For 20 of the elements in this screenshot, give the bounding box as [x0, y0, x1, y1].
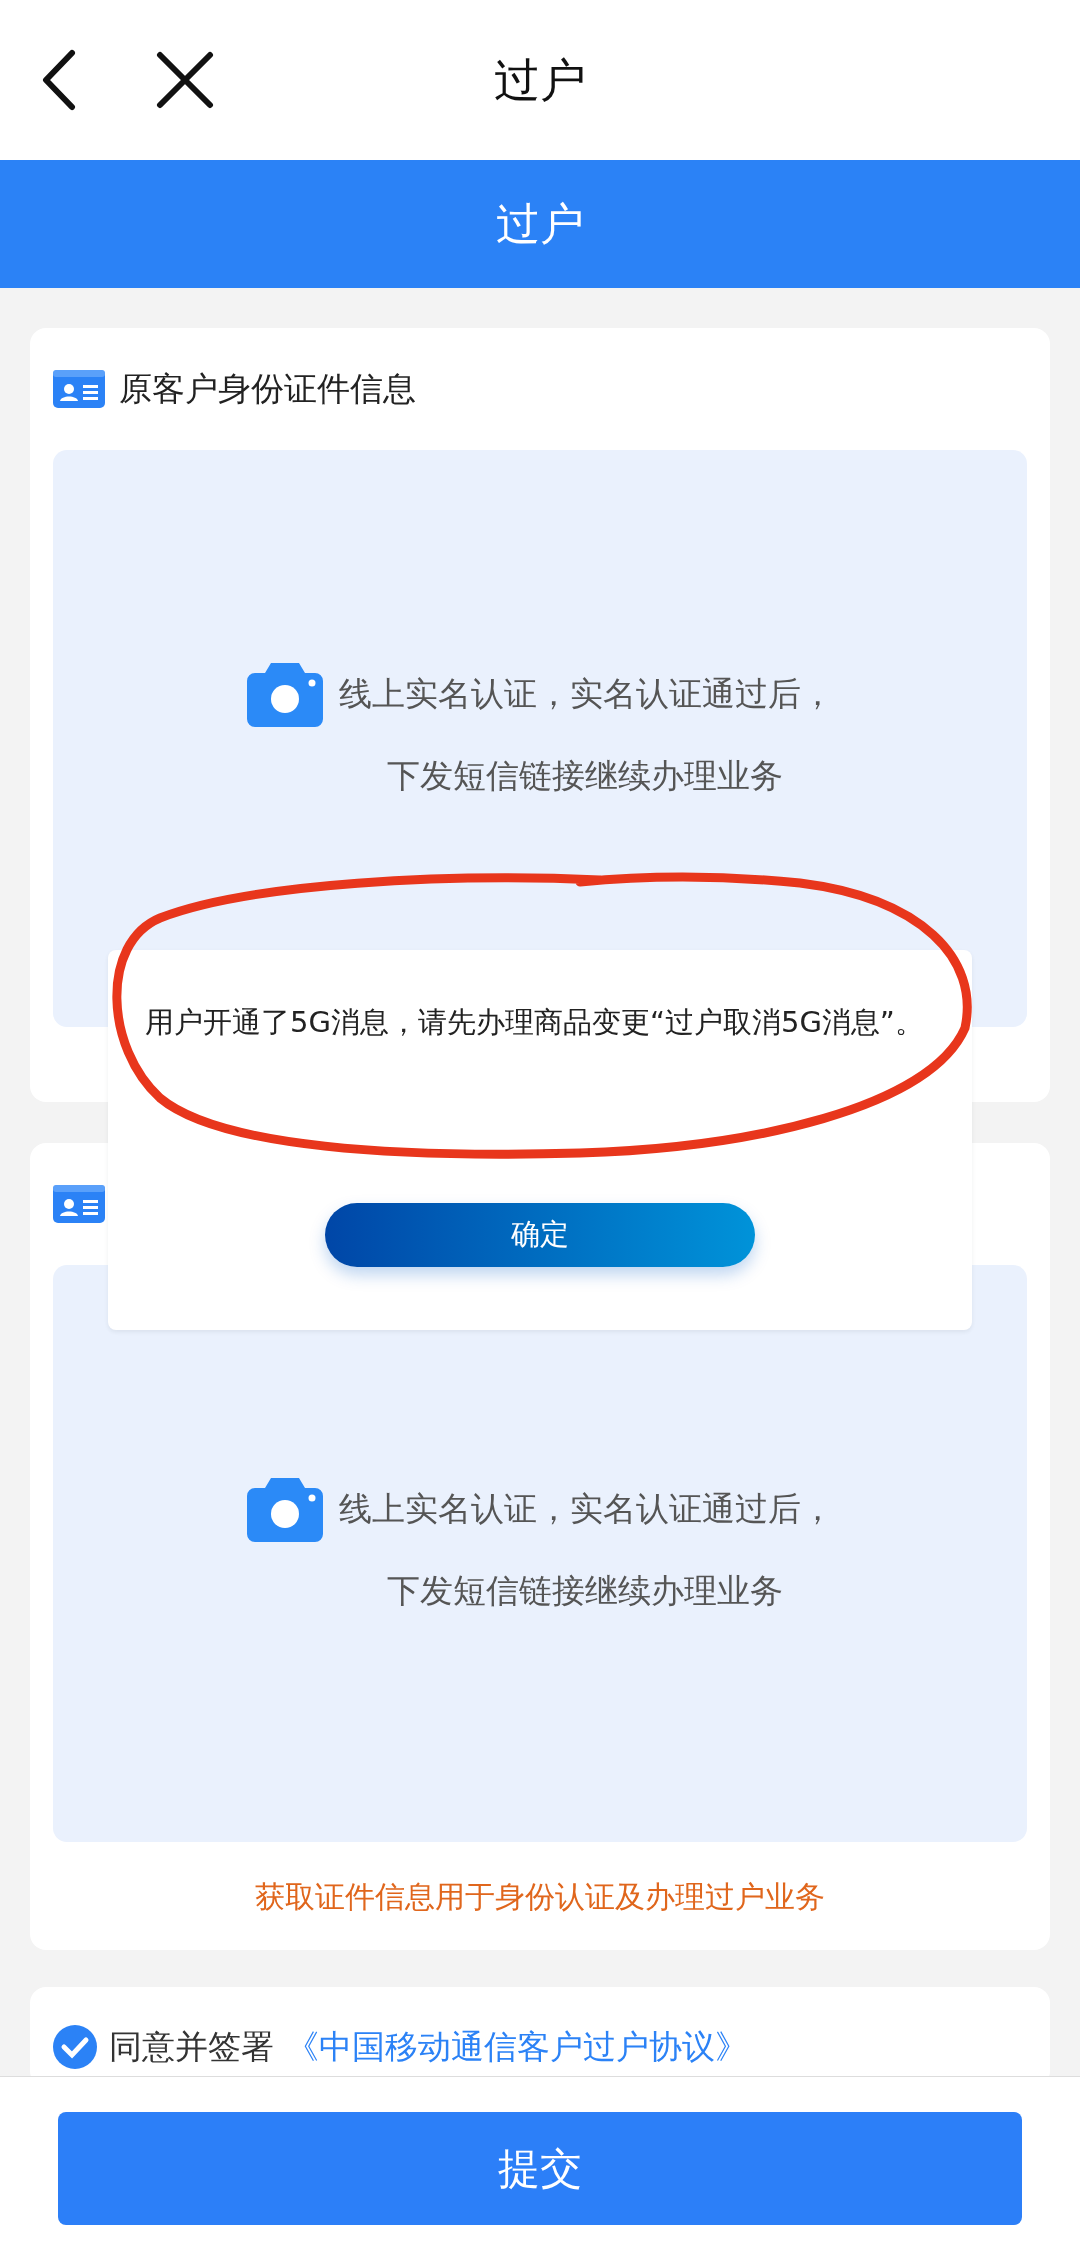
- upload-hint: 下发短信链接继续办理业务: [386, 1570, 783, 1610]
- caption-text: 获取证件信息用于身份认证及办理过户业务: [255, 1877, 825, 1916]
- upload-area[interactable]: 线上实名认证，实名认证通过后， 下发短信链接继续办理业务: [53, 1265, 1027, 1842]
- agreement-text: 同意并签署: [109, 2026, 274, 2069]
- camera-icon: [246, 1475, 323, 1542]
- upload-hint: 线上实名认证，实名认证通过后，: [338, 1488, 834, 1528]
- header-title: 过户: [496, 197, 584, 251]
- checkbox[interactable]: [53, 2025, 97, 2069]
- confirm-button[interactable]: 确定: [325, 1203, 755, 1267]
- close-button[interactable]: [156, 51, 214, 109]
- section-title: 原客户身份证件信息: [119, 368, 416, 411]
- submit-button[interactable]: 提交: [58, 2112, 1022, 2225]
- agreement-link[interactable]: 《中国移动通信客户过户协议》: [286, 2022, 748, 2072]
- upload-hint: 线上实名认证，实名认证通过后，: [338, 673, 834, 713]
- id-card-icon: [53, 1185, 105, 1223]
- camera-icon: [246, 660, 323, 727]
- id-card-icon: [53, 370, 105, 408]
- upload-hint: 下发短信链接继续办理业务: [386, 755, 783, 795]
- page-title: 过户: [494, 51, 586, 109]
- back-button[interactable]: [40, 49, 78, 111]
